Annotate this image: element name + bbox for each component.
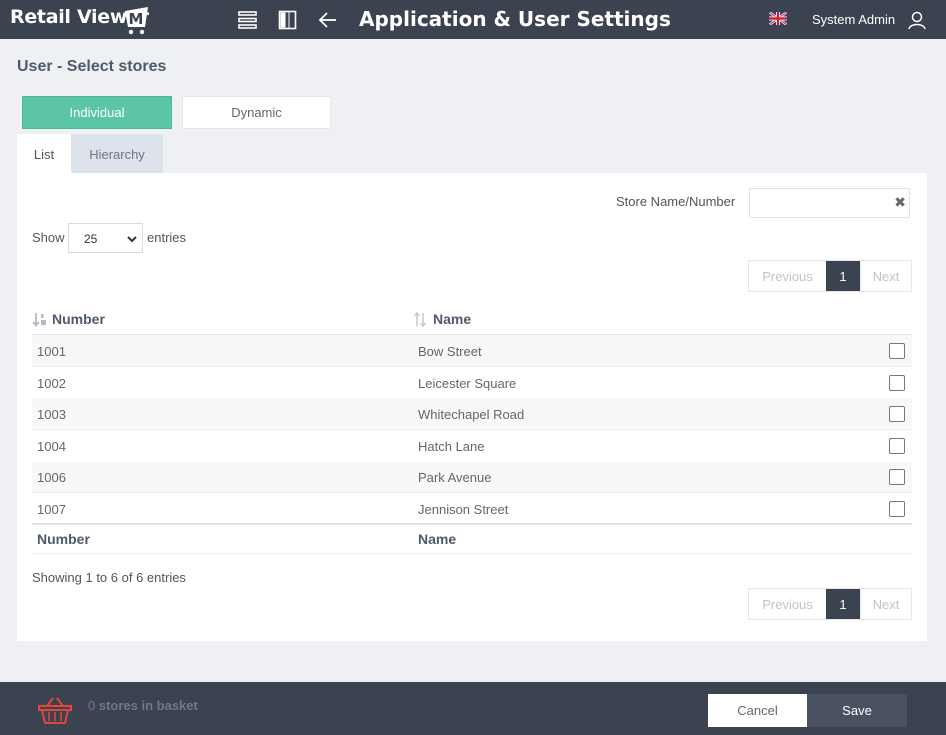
previous-page-button[interactable]: Previous — [749, 589, 826, 619]
top-header: Retail Viewer M Application & User Setti… — [0, 0, 946, 39]
logo-cart-icon: M — [125, 7, 148, 35]
table-info: Showing 1 to 6 of 6 entries — [32, 570, 186, 585]
cell-name: Whitechapel Road — [418, 407, 525, 422]
table-row[interactable]: 1004 Hatch Lane — [32, 430, 912, 462]
basket-status: 0 stores in basket — [88, 698, 198, 713]
row-checkbox[interactable] — [889, 501, 905, 517]
show-label: Show — [32, 230, 65, 245]
cell-number: 1004 — [37, 439, 66, 454]
cell-name: Park Avenue — [418, 470, 492, 485]
footer-column-name: Name — [418, 531, 457, 547]
table-row[interactable]: 1002 Leicester Square — [32, 367, 912, 399]
list-menu-icon[interactable] — [237, 9, 259, 31]
pagination-bottom: Previous 1 Next — [748, 588, 912, 620]
row-checkbox[interactable] — [889, 406, 905, 422]
back-arrow-icon[interactable] — [317, 9, 339, 31]
cell-number: 1003 — [37, 407, 66, 422]
column-header-name[interactable]: Name — [433, 311, 471, 327]
previous-page-button[interactable]: Previous — [749, 261, 826, 291]
tab-list[interactable]: List — [17, 134, 71, 174]
basket-label: stores in basket — [98, 698, 198, 713]
table-row[interactable]: 1006 Park Avenue — [32, 461, 912, 493]
row-checkbox[interactable] — [889, 438, 905, 454]
cell-name: Bow Street — [418, 344, 482, 359]
bottom-bar: 0 stores in basket Cancel Save — [0, 682, 946, 735]
row-checkbox[interactable] — [889, 375, 905, 391]
cell-number: 1006 — [37, 470, 66, 485]
user-icon[interactable] — [907, 10, 927, 30]
clear-search-icon[interactable]: ✖ — [894, 194, 906, 211]
cell-number: 1001 — [37, 344, 66, 359]
save-button[interactable]: Save — [807, 694, 907, 727]
column-header-number[interactable]: Number — [52, 311, 105, 327]
page-header-title: Application & User Settings — [359, 7, 671, 31]
table-row[interactable]: 1001 Bow Street — [32, 335, 912, 367]
entries-label: entries — [147, 230, 187, 245]
basket-icon[interactable] — [38, 696, 72, 724]
user-name[interactable]: System Admin — [812, 12, 895, 27]
table-row[interactable]: 1007 Jennison Street — [32, 493, 912, 525]
sort-ascending-icon[interactable] — [32, 312, 48, 327]
cell-name: Jennison Street — [418, 502, 509, 517]
next-page-button[interactable]: Next — [860, 589, 911, 619]
cell-number: 1002 — [37, 376, 66, 391]
page-title: User - Select stores — [17, 58, 167, 75]
sort-unsorted-icon[interactable] — [413, 312, 429, 327]
uk-flag-icon[interactable] — [769, 12, 787, 25]
basket-count: 0 — [88, 698, 96, 713]
search-input[interactable] — [750, 189, 890, 217]
table-footer-divider — [32, 523, 912, 524]
pagination-top: Previous 1 Next — [748, 260, 912, 292]
table-bottom-line — [32, 553, 912, 554]
entries-select[interactable]: 25 — [68, 223, 143, 253]
cell-name: Hatch Lane — [418, 439, 485, 454]
svg-text:M: M — [129, 10, 144, 28]
chevron-down-icon — [127, 236, 137, 243]
cell-number: 1007 — [37, 502, 66, 517]
next-page-button[interactable]: Next — [860, 261, 911, 291]
row-checkbox[interactable] — [889, 343, 905, 359]
dynamic-button[interactable]: Dynamic — [182, 96, 331, 129]
footer-column-number: Number — [37, 531, 90, 547]
table-row[interactable]: 1003 Whitechapel Road — [32, 398, 912, 430]
individual-button[interactable]: Individual — [22, 96, 172, 129]
page-1-button[interactable]: 1 — [826, 261, 860, 291]
search-label: Store Name/Number — [616, 194, 736, 209]
tab-hierarchy[interactable]: Hierarchy — [71, 134, 163, 174]
page-1-button[interactable]: 1 — [826, 589, 860, 619]
entries-selected-value: 25 — [84, 232, 98, 246]
sidebar-panel-icon[interactable] — [277, 9, 299, 31]
row-checkbox[interactable] — [889, 469, 905, 485]
cancel-button[interactable]: Cancel — [708, 694, 807, 727]
search-field: ✖ — [749, 188, 910, 218]
cell-name: Leicester Square — [418, 376, 517, 391]
